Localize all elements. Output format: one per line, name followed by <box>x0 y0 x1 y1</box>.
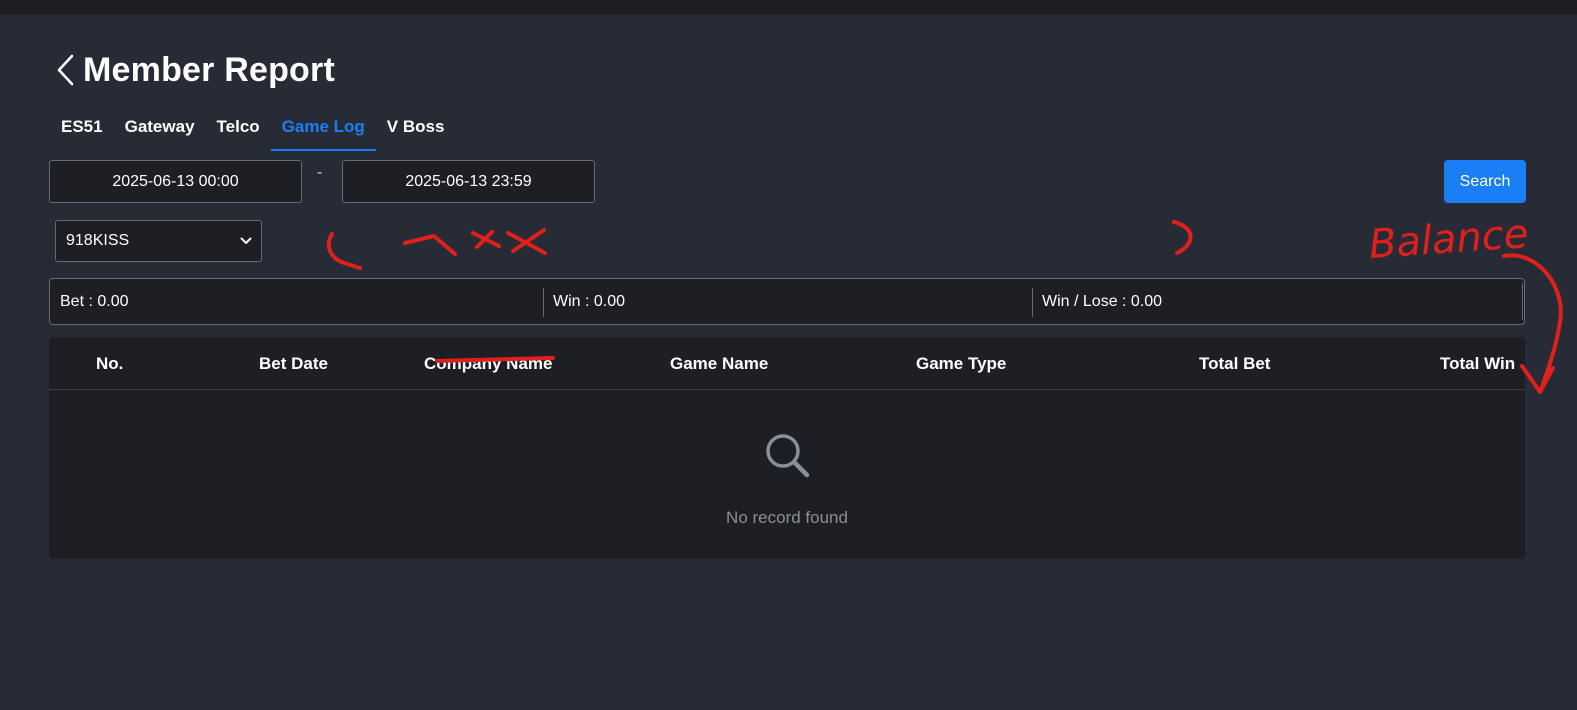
column-header-company-name: Company Name <box>424 354 553 373</box>
chevron-down-icon <box>240 232 252 250</box>
provider-select[interactable]: 918KISS <box>55 220 262 262</box>
chevron-left-icon[interactable] <box>55 53 79 87</box>
date-range-separator: - <box>317 164 323 181</box>
summary-bar: Bet : 0.00 Win : 0.00 Win / Lose : 0.00 <box>49 278 1525 325</box>
start-date-input[interactable] <box>49 160 302 203</box>
summary-win-lose: Win / Lose : 0.00 <box>1032 279 1524 324</box>
column-header-no: No. <box>96 354 124 373</box>
summary-win: Win : 0.00 <box>543 279 1032 324</box>
column-header-total-win: Total Win <box>1440 354 1516 373</box>
report-tabs: ES51 Gateway Telco Game Log V Boss <box>50 105 455 151</box>
column-header-total-bet: Total Bet <box>1199 354 1271 373</box>
summary-bet: Bet : 0.00 <box>60 292 129 310</box>
search-button[interactable]: Search <box>1444 160 1526 203</box>
end-date-input[interactable] <box>342 160 595 203</box>
column-header-game-type: Game Type <box>916 354 1007 373</box>
game-log-table: No. Bet Date Company Name Game Name Game… <box>49 337 1525 559</box>
tab-telco[interactable]: Telco <box>206 105 271 151</box>
empty-state-message: No record found <box>726 508 848 527</box>
empty-state: No record found <box>49 391 1525 559</box>
provider-select-value: 918KISS <box>66 232 130 249</box>
window-top-bar <box>0 0 1577 15</box>
tab-game-log[interactable]: Game Log <box>270 105 376 151</box>
column-header-game-name: Game Name <box>670 354 769 373</box>
tab-v-boss[interactable]: V Boss <box>376 105 456 151</box>
column-header-bet-date: Bet Date <box>259 354 328 373</box>
page-title: Member Report <box>83 50 335 89</box>
table-header: No. Bet Date Company Name Game Name Game… <box>49 337 1525 390</box>
search-icon <box>763 431 813 481</box>
tab-es51[interactable]: ES51 <box>50 105 114 151</box>
tab-gateway[interactable]: Gateway <box>114 105 206 151</box>
page-header: Member Report <box>55 50 335 89</box>
